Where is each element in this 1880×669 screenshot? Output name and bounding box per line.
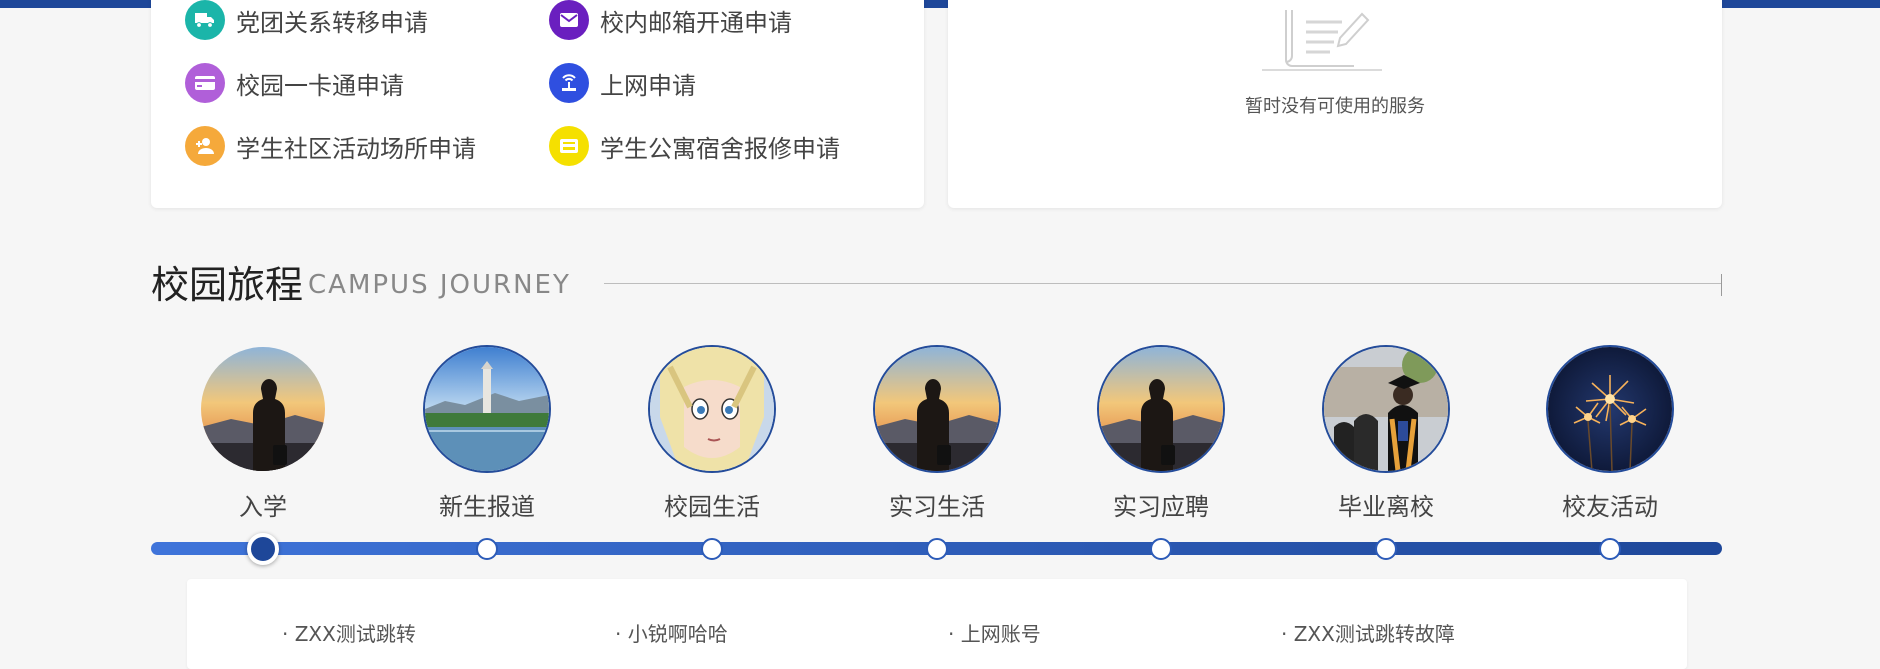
stage-image — [873, 345, 1001, 473]
stage-image — [199, 345, 327, 473]
journey-stage-internship-life[interactable]: 实习生活 — [857, 345, 1017, 522]
stage-image — [1322, 345, 1450, 473]
service-label: 学生社区活动场所申请 — [236, 134, 476, 163]
person-add-icon — [185, 126, 225, 166]
stage-label: 毕业离校 — [1338, 493, 1434, 521]
stage-label: 新生报道 — [439, 493, 535, 521]
timeline-dot-internship-life[interactable] — [926, 538, 948, 560]
service-item-mailbox[interactable]: 校内邮箱开通申请 — [549, 0, 792, 40]
service-label: 党团关系转移申请 — [236, 8, 428, 37]
section-divider — [604, 283, 1722, 284]
service-item-dorm-repair[interactable]: 学生公寓宿舍报修申请 — [549, 126, 840, 166]
stage-image — [1097, 345, 1225, 473]
timeline-dot-enrollment[interactable] — [247, 533, 279, 565]
stage-link[interactable]: · 上网账号 — [948, 618, 1041, 647]
stage-label: 入学 — [239, 493, 287, 521]
service-label: 校园一卡通申请 — [236, 71, 404, 100]
stage-image — [1546, 345, 1674, 473]
journey-stage-campus-life[interactable]: 校园生活 — [632, 345, 792, 522]
mail-icon — [549, 0, 589, 40]
timeline-dot-freshman-registration[interactable] — [476, 538, 498, 560]
stage-label: 校园生活 — [664, 493, 760, 521]
section-title: 校园旅程 — [151, 263, 304, 307]
section-divider-end — [1721, 274, 1722, 296]
stage-link[interactable]: · ZXX测试跳转故障 — [1281, 618, 1455, 647]
network-icon — [549, 63, 589, 103]
stage-label: 校友活动 — [1562, 493, 1658, 521]
journey-stage-graduation[interactable]: 毕业离校 — [1306, 345, 1466, 522]
journey-stage-freshman-registration[interactable]: 新生报道 — [407, 345, 567, 522]
truck-icon — [185, 0, 225, 40]
wrench-box-icon — [549, 126, 589, 166]
stage-label: 实习应聘 — [1113, 493, 1209, 521]
stage-image — [423, 345, 551, 473]
service-item-party-transfer[interactable]: 党团关系转移申请 — [185, 0, 428, 40]
document-pen-icon — [1262, 8, 1382, 78]
timeline-dot-internship-application[interactable] — [1150, 538, 1172, 560]
stage-image — [648, 345, 776, 473]
card-icon — [185, 63, 225, 103]
service-label: 上网申请 — [600, 71, 696, 100]
service-label: 校内邮箱开通申请 — [600, 8, 792, 37]
journey-stage-alumni-activities[interactable]: 校友活动 — [1530, 345, 1690, 522]
stage-link[interactable]: · ZXX测试跳转 — [282, 618, 416, 647]
journey-stage-internship-application[interactable]: 实习应聘 — [1081, 345, 1241, 522]
timeline-dot-alumni-activities[interactable] — [1599, 538, 1621, 560]
empty-state-text: 暂时没有可使用的服务 — [1245, 96, 1425, 117]
section-subtitle: CAMPUS JOURNEY — [308, 270, 571, 300]
stage-link[interactable]: · 小锐啊哈哈 — [615, 618, 728, 647]
timeline-dot-graduation[interactable] — [1375, 538, 1397, 560]
service-item-campus-card[interactable]: 校园一卡通申请 — [185, 63, 404, 103]
timeline-dot-campus-life[interactable] — [701, 538, 723, 560]
stage-label: 实习生活 — [889, 493, 985, 521]
journey-stage-enrollment[interactable]: 入学 — [183, 345, 343, 522]
service-item-community-venue[interactable]: 学生社区活动场所申请 — [185, 126, 476, 166]
service-item-network[interactable]: 上网申请 — [549, 63, 696, 103]
service-label: 学生公寓宿舍报修申请 — [600, 134, 840, 163]
